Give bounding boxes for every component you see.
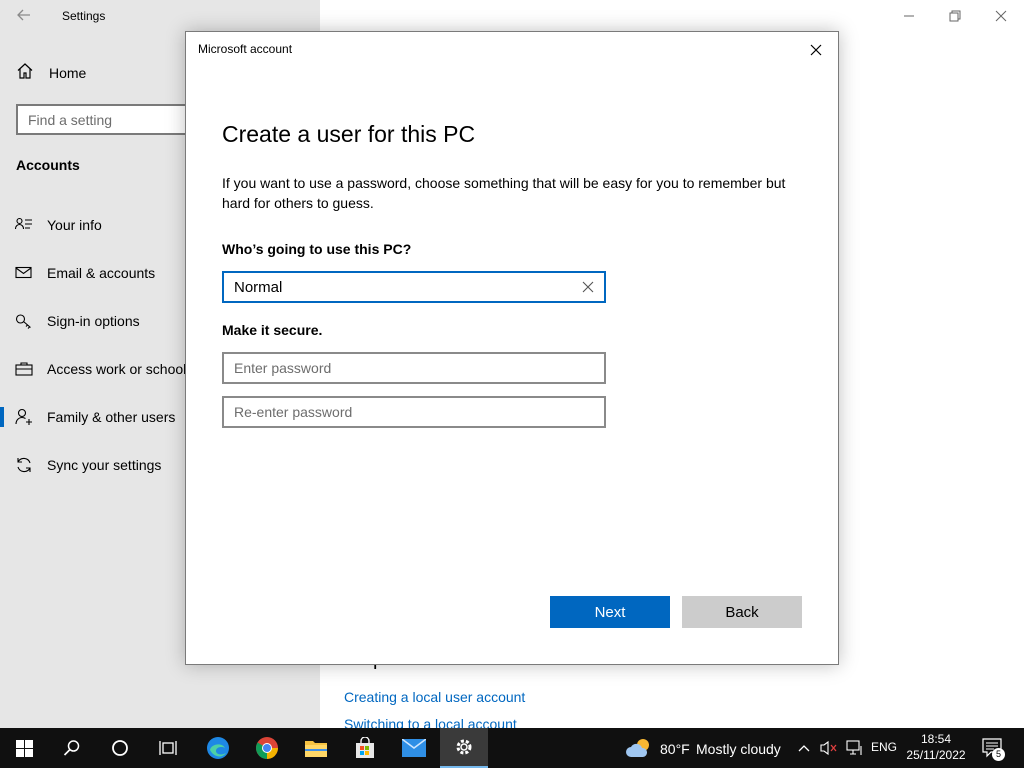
next-button[interactable]: Next xyxy=(550,596,670,628)
edge-icon[interactable] xyxy=(194,728,242,768)
sidebar-item-label: Email & accounts xyxy=(47,265,156,281)
clock-time: 18:54 xyxy=(920,732,952,746)
reenter-password-field[interactable]: Re-enter password xyxy=(222,396,606,428)
sidebar-item-label: Your info xyxy=(47,217,102,233)
clock-date: 25/11/2022 xyxy=(906,748,966,762)
window-title: Settings xyxy=(62,9,106,23)
file-explorer-icon[interactable] xyxy=(292,728,340,768)
close-window-icon[interactable] xyxy=(978,0,1024,32)
password-placeholder: Enter password xyxy=(234,360,332,376)
home-icon xyxy=(16,62,34,85)
clock[interactable]: 18:54 25/11/2022 xyxy=(904,731,968,763)
cortana-icon[interactable] xyxy=(96,728,144,768)
sidebar-item-label: Family & other users xyxy=(47,409,176,425)
person-add-icon xyxy=(15,408,33,426)
store-icon[interactable] xyxy=(341,728,389,768)
windows-start-icon[interactable] xyxy=(0,728,48,768)
close-icon[interactable] xyxy=(806,40,826,60)
secure-label: Make it secure. xyxy=(222,322,323,338)
person-card-icon xyxy=(14,216,33,234)
task-view-icon[interactable] xyxy=(144,728,192,768)
sidebar-item-label: Sign-in options xyxy=(47,313,140,329)
restore-icon[interactable] xyxy=(932,0,978,32)
home-label: Home xyxy=(49,65,87,81)
username-field[interactable]: Normal xyxy=(222,271,606,303)
minimize-icon[interactable] xyxy=(886,0,932,32)
sync-icon xyxy=(15,456,33,474)
chevron-up-icon[interactable] xyxy=(797,741,811,760)
help-link-create-local[interactable]: Creating a local user account xyxy=(344,689,525,705)
dialog-title: Microsoft account xyxy=(198,42,293,56)
password-field[interactable]: Enter password xyxy=(222,352,606,384)
key-icon xyxy=(15,312,33,330)
briefcase-icon xyxy=(15,360,33,378)
search-input[interactable]: Find a setting xyxy=(16,104,206,135)
sidebar-item-label: Sync your settings xyxy=(47,457,162,473)
search-placeholder: Find a setting xyxy=(28,112,113,128)
clear-icon[interactable] xyxy=(580,279,596,295)
sidebar-item-label: Access work or school xyxy=(47,361,187,377)
taskbar: 80°F Mostly cloudy ENG 18:54 25/11/2022 … xyxy=(0,728,1024,768)
notification-badge: 5 xyxy=(992,748,1005,761)
window-controls xyxy=(886,0,1024,32)
dialog-heading: Create a user for this PC xyxy=(222,121,476,147)
mail-icon xyxy=(15,264,33,282)
username-value: Normal xyxy=(234,279,283,296)
nav-home[interactable]: Home xyxy=(16,62,86,84)
speaker-muted-icon[interactable] xyxy=(820,740,838,761)
back-arrow-icon[interactable] xyxy=(14,5,34,25)
weather-icon[interactable] xyxy=(626,738,654,763)
language-indicator[interactable]: ENG xyxy=(871,740,897,754)
microsoft-account-dialog: Microsoft account Create a user for this… xyxy=(185,31,839,665)
weather-temp: 80°F xyxy=(660,741,690,757)
search-icon[interactable] xyxy=(48,728,96,768)
chrome-icon[interactable] xyxy=(243,728,291,768)
notification-center-icon[interactable]: 5 xyxy=(982,738,1006,761)
settings-app-icon[interactable] xyxy=(440,728,488,768)
who-label: Who’s going to use this PC? xyxy=(222,241,412,257)
mail-app-icon[interactable] xyxy=(390,728,438,768)
weather-desc[interactable]: Mostly cloudy xyxy=(696,741,781,757)
section-title: Accounts xyxy=(16,157,80,173)
reenter-placeholder: Re-enter password xyxy=(234,404,353,420)
back-button[interactable]: Back xyxy=(682,596,802,628)
network-icon[interactable] xyxy=(846,740,864,761)
dialog-description: If you want to use a password, choose so… xyxy=(222,175,786,211)
